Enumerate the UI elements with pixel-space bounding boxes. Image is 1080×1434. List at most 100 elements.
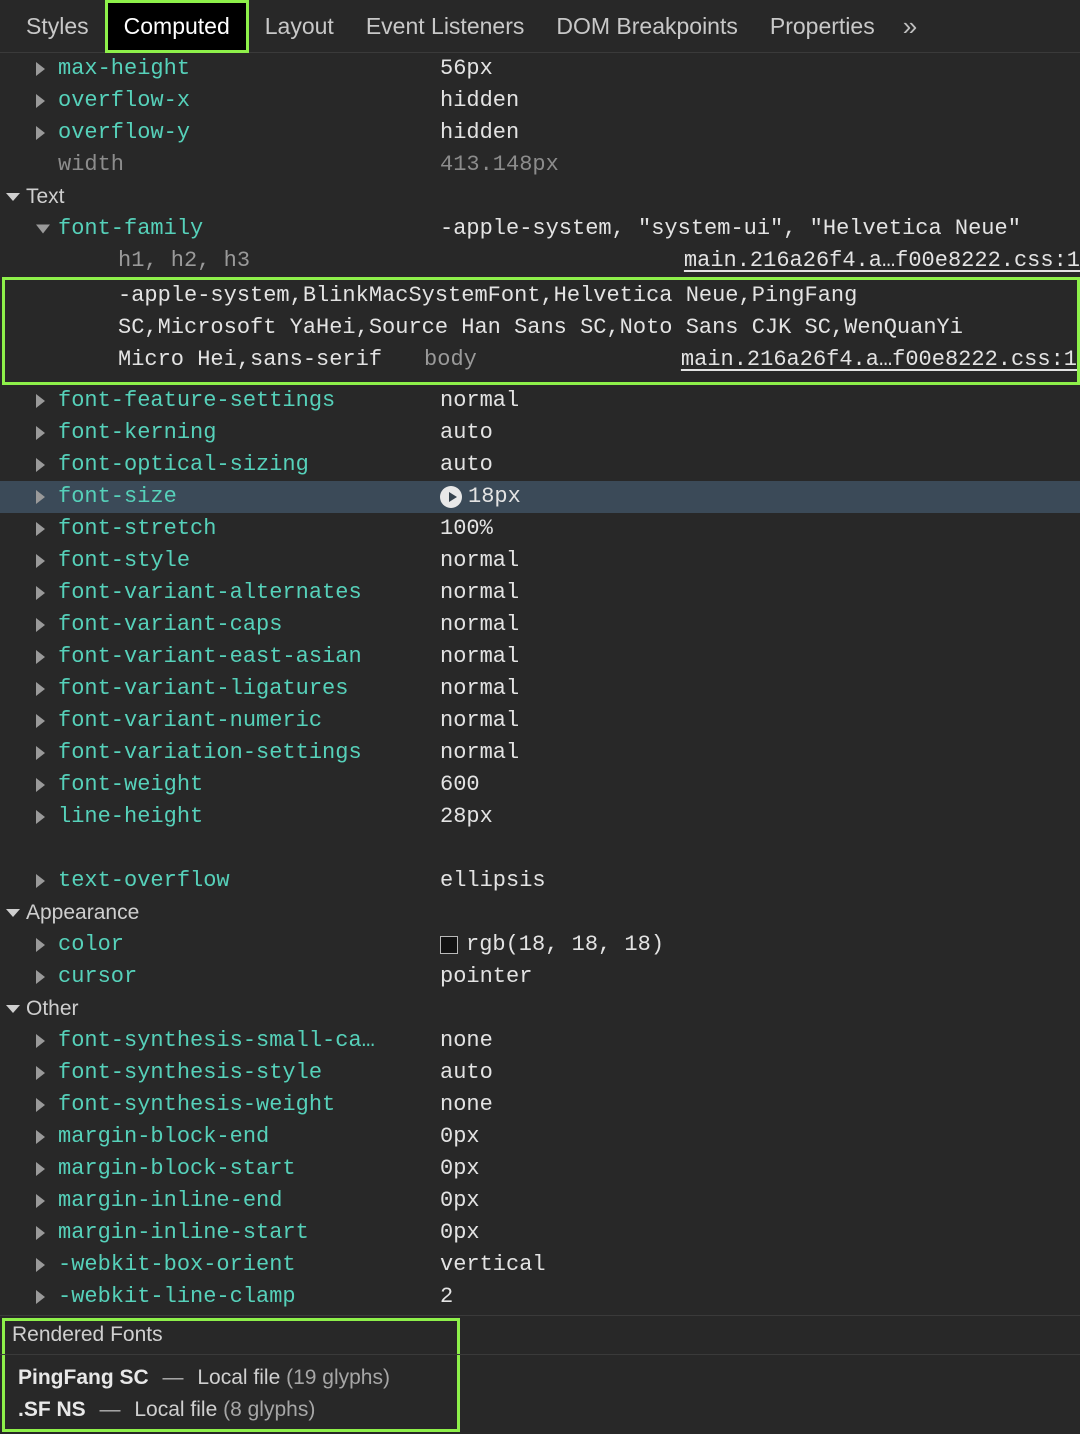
property-row[interactable]: font-stretch 100%: [0, 513, 1080, 545]
collapse-triangle-icon[interactable]: [6, 909, 20, 917]
property-row[interactable]: font-synthesis-style auto: [0, 1057, 1080, 1089]
property-row[interactable]: font-variant-caps normal: [0, 609, 1080, 641]
property-value: pointer: [440, 961, 1080, 993]
tab-overflow-chevron-icon[interactable]: »: [891, 0, 927, 53]
property-name: margin-block-start: [58, 1153, 440, 1185]
property-row[interactable]: font-kerning auto: [0, 417, 1080, 449]
property-name: font-variant-alternates: [58, 577, 440, 609]
property-value: none: [440, 1089, 1080, 1121]
property-row-inherited[interactable]: width 413.148px: [0, 149, 1080, 181]
property-value: auto: [440, 417, 1080, 449]
group-header-other[interactable]: Other: [0, 993, 1080, 1025]
goto-source-arrow-icon[interactable]: [440, 486, 462, 508]
font-family-value-line-3: Micro Hei,sans-serif body main.216a26f4.…: [5, 344, 1077, 376]
property-value: normal: [440, 609, 1080, 641]
font-glyph-count: (8 glyphs): [223, 1398, 315, 1421]
property-name: overflow-y: [58, 117, 440, 149]
property-value: auto: [440, 1057, 1080, 1089]
property-row[interactable]: font-variant-ligatures normal: [0, 673, 1080, 705]
property-row-font-family[interactable]: font-family -apple-system, "system-ui", …: [0, 213, 1080, 245]
property-value: 18px: [440, 481, 1080, 513]
property-name: cursor: [58, 961, 440, 993]
property-row[interactable]: text-overflow ellipsis: [0, 865, 1080, 897]
property-row[interactable]: -webkit-box-orient vertical: [0, 1249, 1080, 1281]
font-family-name: .SF NS: [18, 1398, 86, 1421]
collapse-triangle-icon[interactable]: [6, 193, 20, 201]
property-row[interactable]: font-feature-settings normal: [0, 385, 1080, 417]
property-row-font-size[interactable]: font-size 18px: [0, 481, 1080, 513]
property-row[interactable]: overflow-y hidden: [0, 117, 1080, 149]
property-row-color[interactable]: color rgb(18, 18, 18): [0, 929, 1080, 961]
property-name: font-weight: [58, 769, 440, 801]
property-value: none: [440, 1025, 1080, 1057]
tab-layout[interactable]: Layout: [249, 0, 350, 53]
property-value: 56px: [440, 53, 1080, 85]
property-row[interactable]: font-style normal: [0, 545, 1080, 577]
property-value: ellipsis: [440, 865, 1080, 897]
stylesheet-source-link[interactable]: main.216a26f4.a…f00e8222.css:1: [681, 344, 1077, 376]
highlight-box-font-family: -apple-system,BlinkMacSystemFont,Helveti…: [2, 277, 1080, 385]
group-label: Appearance: [26, 897, 139, 929]
property-name: font-variation-settings: [58, 737, 440, 769]
property-row[interactable]: font-variation-settings normal: [0, 737, 1080, 769]
property-name: font-variant-east-asian: [58, 641, 440, 673]
tab-computed[interactable]: Computed: [105, 0, 249, 53]
stylesheet-source-link[interactable]: main.216a26f4.a…f00e8222.css:1: [684, 245, 1080, 277]
property-row[interactable]: font-synthesis-small-ca… none: [0, 1025, 1080, 1057]
property-row[interactable]: font-optical-sizing auto: [0, 449, 1080, 481]
property-row[interactable]: margin-inline-end 0px: [0, 1185, 1080, 1217]
property-name: font-synthesis-weight: [58, 1089, 440, 1121]
property-name: margin-block-end: [58, 1121, 440, 1153]
rendered-fonts-list: PingFang SC — Local file (19 glyphs) .SF…: [18, 1362, 390, 1426]
property-row[interactable]: font-variant-numeric normal: [0, 705, 1080, 737]
tab-properties[interactable]: Properties: [754, 0, 891, 53]
tab-event-listeners[interactable]: Event Listeners: [350, 0, 541, 53]
property-row[interactable]: -webkit-line-clamp 2: [0, 1281, 1080, 1313]
property-row[interactable]: margin-inline-start 0px: [0, 1217, 1080, 1249]
property-row-cursor[interactable]: cursor pointer: [0, 961, 1080, 993]
property-name: font-feature-settings: [58, 385, 440, 417]
color-swatch-icon[interactable]: [440, 936, 458, 954]
property-name: max-height: [58, 53, 440, 85]
computed-property-list[interactable]: max-height 56px overflow-x hidden overfl…: [0, 53, 1080, 1315]
property-value: normal: [440, 385, 1080, 417]
font-family-trace-row[interactable]: h1, h2, h3 main.216a26f4.a…f00e8222.css:…: [0, 245, 1080, 277]
separator-dash: —: [163, 1366, 184, 1389]
property-row[interactable]: margin-block-start 0px: [0, 1153, 1080, 1185]
property-row[interactable]: font-weight 600: [0, 769, 1080, 801]
property-value: 0px: [440, 1217, 1080, 1249]
property-value: normal: [440, 577, 1080, 609]
font-source: Local file: [134, 1398, 217, 1421]
property-row[interactable]: font-variant-east-asian normal: [0, 641, 1080, 673]
property-name: font-family: [58, 213, 440, 245]
property-value: -apple-system, "system-ui", "Helvetica N…: [440, 213, 1080, 245]
property-name: font-style: [58, 545, 440, 577]
property-row[interactable]: margin-block-end 0px: [0, 1121, 1080, 1153]
property-value: normal: [440, 737, 1080, 769]
property-value: hidden: [440, 85, 1080, 117]
group-header-text[interactable]: Text: [0, 181, 1080, 213]
group-header-appearance[interactable]: Appearance: [0, 897, 1080, 929]
rendered-fonts-header[interactable]: Rendered Fonts: [12, 1316, 163, 1354]
property-name: margin-inline-end: [58, 1185, 440, 1217]
property-value-text: 18px: [468, 481, 521, 513]
property-row[interactable]: overflow-x hidden: [0, 85, 1080, 117]
property-name: margin-inline-start: [58, 1217, 440, 1249]
property-row[interactable]: font-variant-alternates normal: [0, 577, 1080, 609]
tab-dom-breakpoints[interactable]: DOM Breakpoints: [540, 0, 754, 53]
rendered-fonts-separator: [0, 1354, 1080, 1355]
list-gap: [0, 833, 1080, 865]
property-name: font-variant-ligatures: [58, 673, 440, 705]
property-value-text: rgb(18, 18, 18): [466, 929, 664, 961]
collapse-triangle-icon[interactable]: [6, 1005, 20, 1013]
tab-styles[interactable]: Styles: [10, 0, 105, 53]
property-row[interactable]: max-height 56px: [0, 53, 1080, 85]
group-label: Text: [26, 181, 65, 213]
property-value: normal: [440, 673, 1080, 705]
property-value: 100%: [440, 513, 1080, 545]
property-value: normal: [440, 641, 1080, 673]
font-family-value-line-2: SC,Microsoft YaHei,Source Han Sans SC,No…: [5, 312, 1077, 344]
property-value: normal: [440, 705, 1080, 737]
property-row[interactable]: font-synthesis-weight none: [0, 1089, 1080, 1121]
property-row[interactable]: line-height 28px: [0, 801, 1080, 833]
